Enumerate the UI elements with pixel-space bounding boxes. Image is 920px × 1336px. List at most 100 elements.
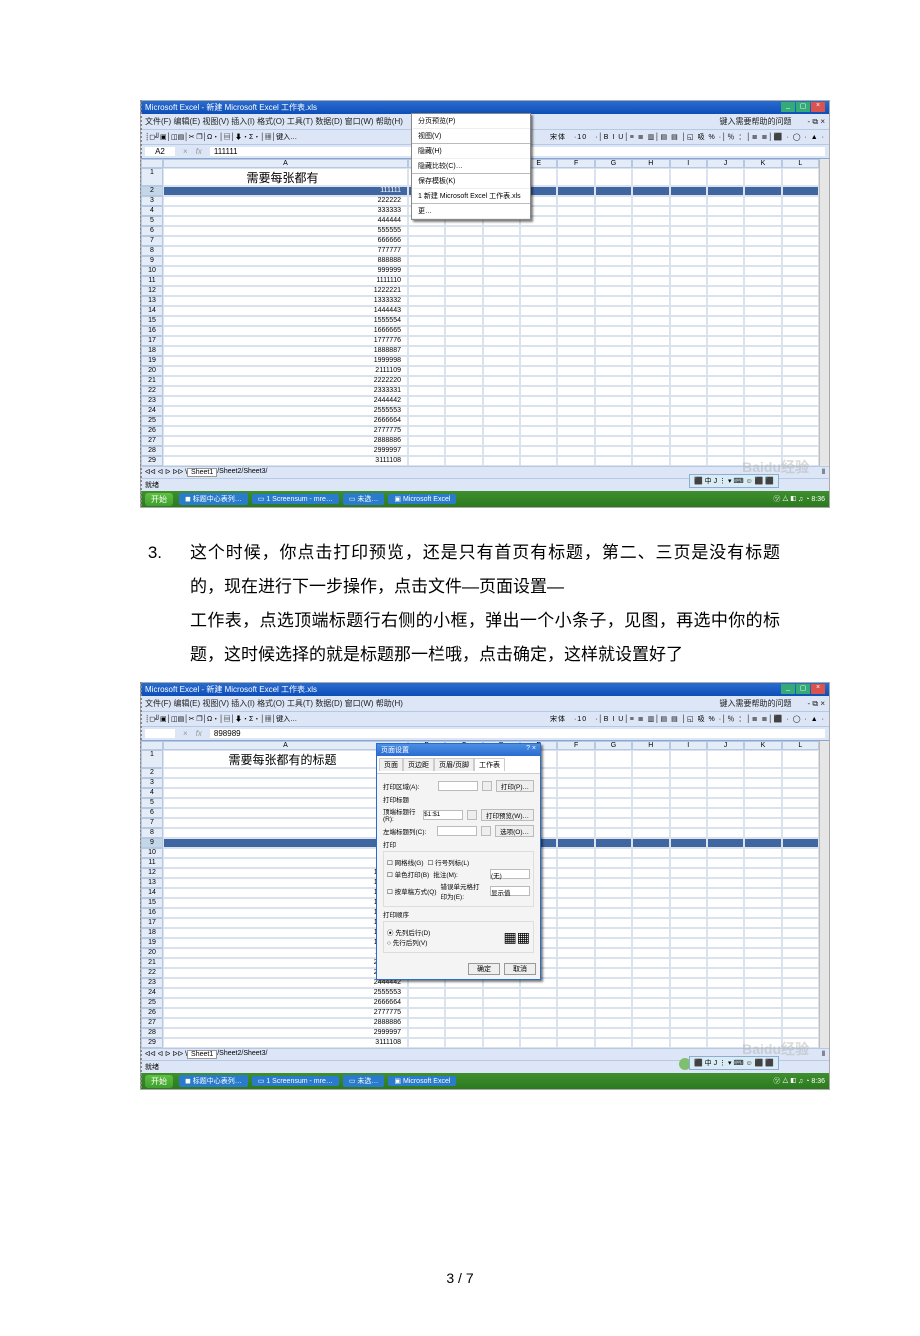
menu-help[interactable]: 帮助(H) [376, 117, 403, 126]
menu-edit[interactable]: 编辑(E) [173, 117, 200, 126]
menu-view[interactable]: 视图(V) [202, 117, 229, 126]
taskbar-item-2[interactable]: ▭ 1 Screensum - mre… [252, 494, 339, 504]
btn-preview[interactable]: 打印预览(W)… [481, 809, 534, 821]
menu-window[interactable]: 窗口(W) [345, 117, 374, 126]
screenshot-2: Microsoft Excel - 新建 Microsoft Excel 工作表… [140, 682, 830, 1090]
help-search-hint[interactable]: 键入需要帮助的问题 [720, 117, 792, 126]
tab-margins[interactable]: 页边距 [403, 758, 434, 771]
menu-item-hide[interactable]: 隐藏(H) [412, 144, 530, 159]
row-9[interactable]: 9888888 [141, 256, 819, 266]
window-context-menu[interactable]: 分页预览(P) 视图(V) 隐藏(H) 隐藏比较(C)… 保存模板(K) 1 新… [411, 113, 531, 220]
row-22[interactable]: 222333331 [141, 386, 819, 396]
title-cell[interactable]: 需要每张都有 [163, 168, 408, 186]
menu-item-pagebreak-preview[interactable]: 分页预览(P) [412, 114, 530, 129]
row-29[interactable]: 293111108 [141, 456, 819, 466]
menu-item-recent-file[interactable]: 1 新建 Microsoft Excel 工作表.xls [412, 189, 530, 204]
refedit-icon[interactable] [467, 810, 477, 820]
row-28[interactable]: 282999997 [141, 1028, 819, 1038]
menu-data[interactable]: 数据(D) [315, 117, 342, 126]
row-21[interactable]: 212222220 [141, 376, 819, 386]
input-top-row[interactable]: $1:$1 [423, 810, 463, 820]
tab-sheet1[interactable]: Sheet1 [187, 468, 217, 477]
menu-item-more[interactable]: 更… [412, 204, 530, 219]
system-tray[interactable]: ㋡ ⧊ ◧ ♫ ◔ 8:36 [773, 494, 825, 504]
tab-page[interactable]: 页面 [379, 758, 403, 771]
taskbar[interactable]: 开始 ◼ 标题中心表列… ▭ 1 Screensum - mre… ▭ 未选… … [141, 491, 829, 507]
watermark: Baidu经验 [742, 457, 809, 477]
row-27[interactable]: 272888886 [141, 436, 819, 446]
taskbar-item-1[interactable]: ◼ 标题中心表列… [179, 493, 248, 505]
window-controls[interactable]: _▢× [781, 102, 825, 113]
chk-rowcol-headers[interactable]: 行号列标(L) [428, 857, 470, 867]
row-15[interactable]: 151555554 [141, 316, 819, 326]
row-10[interactable]: 10999999 [141, 266, 819, 276]
row-14[interactable]: 141444443 [141, 306, 819, 316]
menu-bar-2[interactable]: 文件(F) 编辑(E) 视图(V) 插入(I) 格式(O) 工具(T) 数据(D… [141, 696, 829, 711]
dialog-tabs[interactable]: 页面 页边距 页眉/页脚 工作表 [377, 756, 540, 774]
row-20[interactable]: 202111109 [141, 366, 819, 376]
fx-icon[interactable] [183, 147, 202, 156]
row-18[interactable]: 181888887 [141, 346, 819, 356]
label-left-col: 左端标题列(C): [383, 826, 433, 836]
row-12[interactable]: 121222221 [141, 286, 819, 296]
row-29[interactable]: 293111108 [141, 1038, 819, 1048]
menu-tools[interactable]: 工具(T) [287, 117, 313, 126]
page-setup-dialog[interactable]: 页面设置 ? × 页面 页边距 页眉/页脚 工作表 打印区域(A): 打印(P)… [376, 743, 541, 980]
btn-options[interactable]: 选项(O)… [495, 825, 534, 837]
menu-item-save-template[interactable]: 保存模板(K) [412, 174, 530, 189]
row-7[interactable]: 7666666 [141, 236, 819, 246]
row-25[interactable]: 252666664 [141, 416, 819, 426]
menu-format[interactable]: 格式(O) [257, 117, 285, 126]
row-6[interactable]: 6555555 [141, 226, 819, 236]
ok-button[interactable]: 确定 [468, 963, 500, 975]
menu-insert[interactable]: 插入(I) [231, 117, 255, 126]
row-27[interactable]: 272888886 [141, 1018, 819, 1028]
chk-blackwhite[interactable]: 单色打印(B) [387, 869, 429, 879]
vertical-scrollbar-2[interactable] [819, 741, 829, 1048]
row-25[interactable]: 252666664 [141, 998, 819, 1008]
refedit-icon[interactable] [481, 826, 491, 836]
taskbar-item-4[interactable]: ▣ Microsoft Excel [388, 494, 456, 504]
menu-item-hide-compare[interactable]: 隐藏比较(C)… [412, 159, 530, 174]
chk-gridlines[interactable]: 网格线(G) [387, 857, 424, 867]
step-number: 3. [140, 536, 190, 672]
input-left-col[interactable] [437, 826, 477, 836]
vertical-scrollbar[interactable] [819, 159, 829, 466]
cancel-button[interactable]: 取消 [504, 963, 536, 975]
label-print-section: 打印 [383, 839, 534, 849]
tab-sheet[interactable]: 工作表 [474, 758, 505, 771]
row-11[interactable]: 111111110 [141, 276, 819, 286]
row-28[interactable]: 282999997 [141, 446, 819, 456]
title-cell-2[interactable]: 需要每张都有的标题 [163, 750, 408, 768]
tab-sheet3[interactable]: Sheet3 [243, 468, 265, 477]
radio-down-over[interactable]: 先列后行(D) [387, 927, 430, 937]
btn-print[interactable]: 打印(P)… [496, 780, 534, 792]
tab-sheet2[interactable]: Sheet2 [219, 468, 241, 477]
taskbar-item-3[interactable]: ▭ 未选… [343, 493, 385, 505]
input-print-area[interactable] [438, 781, 478, 791]
refedit-icon[interactable] [482, 781, 492, 791]
tab-headerfooter[interactable]: 页眉/页脚 [434, 758, 474, 771]
select-comments[interactable]: (无) [490, 869, 530, 879]
select-errors[interactable]: 显示值 [490, 886, 530, 896]
menu-item-view[interactable]: 视图(V) [412, 129, 530, 144]
row-8[interactable]: 8777777 [141, 246, 819, 256]
menu-file[interactable]: 文件(F) [145, 117, 171, 126]
radio-over-down[interactable]: 先行后列(V) [387, 937, 430, 947]
start-button[interactable]: 开始 [145, 493, 173, 506]
formula-bar-2[interactable]: 898989 [141, 726, 829, 741]
row-13[interactable]: 131333332 [141, 296, 819, 306]
row-17[interactable]: 171777776 [141, 336, 819, 346]
toolbar-formatting[interactable]: 宋体 ·10 ·│B I U│≡ ≣ ▥│▤ ▤ │◱ 吸 % ·│％ ：│≣ … [486, 132, 825, 142]
row-23[interactable]: 232444442 [141, 396, 819, 406]
row-26[interactable]: 262777775 [141, 1008, 819, 1018]
chk-draft[interactable]: 按草稿方式(Q) [387, 886, 437, 896]
row-24[interactable]: 242555553 [141, 406, 819, 416]
name-box[interactable]: A2 [145, 147, 175, 156]
toolbar-2[interactable]: ┊◻╝▣│◫▤│✂ ❐│Ω・│▤│⬇・Σ・│▦│键入… 宋体 ·10 ·│B I… [141, 711, 829, 726]
row-19[interactable]: 191999998 [141, 356, 819, 366]
row-26[interactable]: 262777775 [141, 426, 819, 436]
row-24[interactable]: 242555553 [141, 988, 819, 998]
row-16[interactable]: 161666665 [141, 326, 819, 336]
dialog-close-icon[interactable]: ? × [526, 745, 536, 755]
